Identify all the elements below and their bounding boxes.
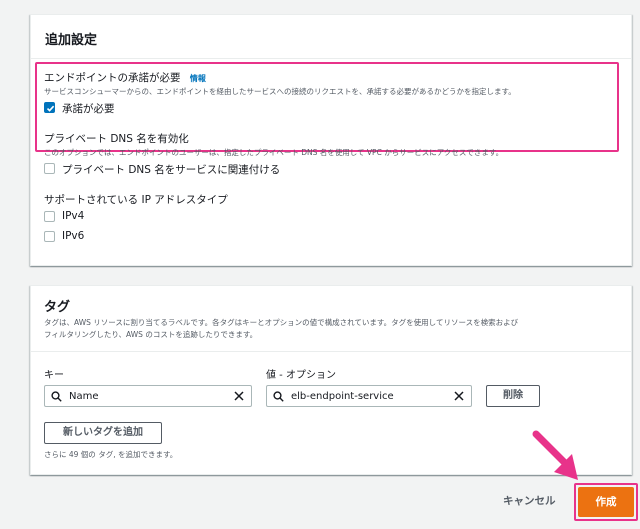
ipv6-label: IPv6 [62, 230, 85, 242]
acceptance-description: サービスコンシューマーからの、エンドポイントを経由したサービスへの接続のリクエス… [44, 87, 516, 96]
ip-types-label: サポートされている IP アドレスタイプ [44, 194, 228, 206]
clear-icon[interactable] [233, 390, 245, 402]
tag-value-label: 値 - オプション [266, 370, 336, 381]
private-dns-checkbox-label: プライベート DNS 名をサービスに関連付ける [62, 164, 281, 176]
search-icon [51, 391, 62, 402]
check-icon [46, 105, 55, 112]
tag-value-input[interactable]: elb-endpoint-service [266, 385, 472, 407]
tags-remaining-hint: さらに 49 個の タグ, を追加できます。 [44, 450, 178, 459]
acceptance-checkbox-label: 承諾が必要 [62, 103, 115, 115]
remove-tag-button[interactable]: 削除 [486, 385, 540, 407]
additional-settings-title: 追加設定 [45, 33, 98, 48]
tag-key-label: キー [44, 370, 64, 381]
private-dns-checkbox[interactable] [44, 163, 55, 174]
pointer-arrow-icon [532, 430, 578, 480]
acceptance-label: エンドポイントの承諾が必要 情報 [44, 70, 206, 85]
private-dns-label: プライベート DNS 名を有効化 [44, 133, 189, 145]
tags-description-2: フィルタリングしたり、AWS のコストを追跡したりできます。 [44, 330, 258, 339]
additional-settings-header: 追加設定 [31, 15, 631, 59]
tag-key-value: Name [69, 391, 99, 402]
acceptance-info-link[interactable]: 情報 [190, 74, 206, 83]
create-button[interactable]: 作成 [578, 487, 634, 517]
tag-key-input[interactable]: Name [44, 385, 252, 407]
add-tag-button[interactable]: 新しいタグを追加 [44, 422, 162, 444]
search-icon [273, 391, 284, 402]
tag-value-value: elb-endpoint-service [291, 391, 394, 402]
tags-description-1: タグは、AWS リソースに割り当てるラベルです。各タグはキーとオプションの値で構… [44, 318, 519, 327]
acceptance-label-text: エンドポイントの承諾が必要 [44, 72, 181, 84]
clear-icon[interactable] [453, 390, 465, 402]
ipv6-checkbox[interactable] [44, 231, 55, 242]
tags-title: タグ [44, 300, 71, 315]
ipv4-checkbox[interactable] [44, 211, 55, 222]
cancel-button[interactable]: キャンセル [503, 493, 556, 508]
ipv4-label: IPv4 [62, 210, 85, 222]
acceptance-checkbox[interactable] [44, 102, 55, 113]
private-dns-description: このオプションでは、エンドポイントのユーザーは、指定したプライベート DNS 名… [44, 148, 504, 157]
